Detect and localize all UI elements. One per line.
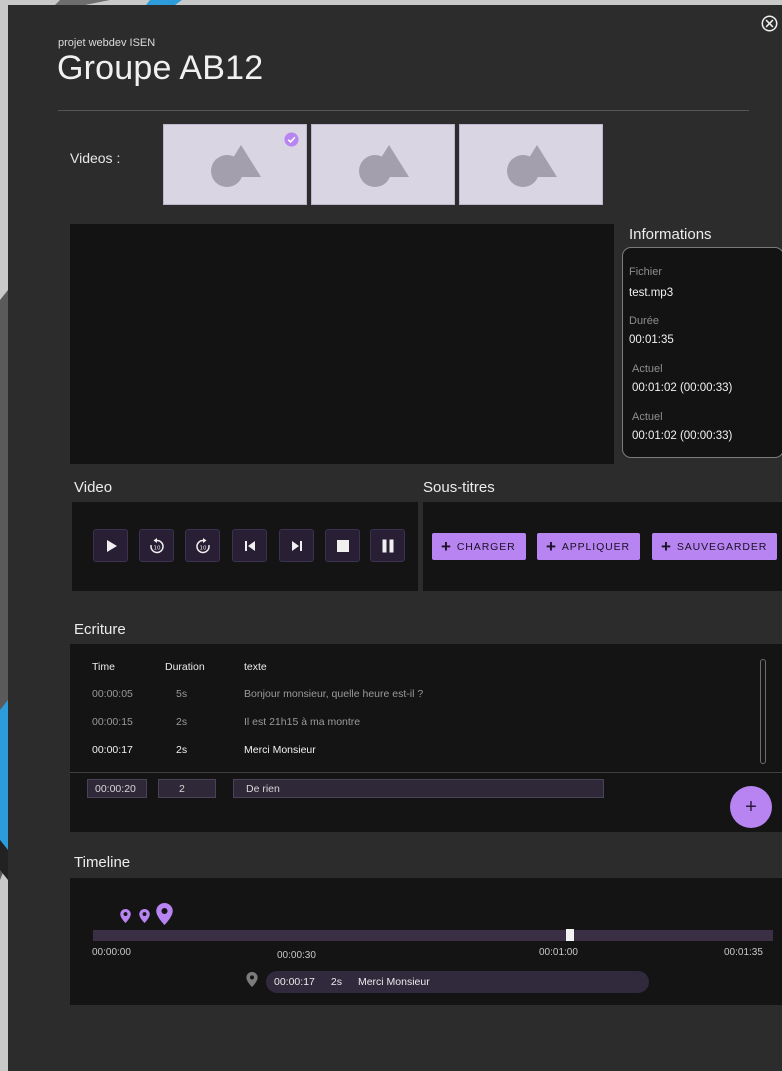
table-row[interactable]: 00:00:05 5s Bonjour monsieur, quelle heu… xyxy=(70,682,750,709)
row-time: 00:00:15 xyxy=(92,716,133,728)
selected-check-icon xyxy=(284,132,299,147)
video-thumbnail-2[interactable] xyxy=(311,124,455,205)
replay-10-button[interactable]: 10 xyxy=(139,529,174,562)
video-player[interactable] xyxy=(70,224,614,464)
svg-text:10: 10 xyxy=(199,545,206,551)
plus-icon: + xyxy=(661,537,672,556)
video-controls-panel: 10 10 xyxy=(72,502,418,591)
video-section-title: Video xyxy=(74,479,113,496)
video-thumbnail-3[interactable] xyxy=(459,124,603,205)
image-placeholder-icon xyxy=(359,144,409,187)
chip-text: Merci Monsieur xyxy=(357,976,430,988)
table-row[interactable]: 00:00:15 2s Il est 21h15 à ma montre xyxy=(70,710,750,737)
timeline-section-title: Timeline xyxy=(74,854,131,871)
timeline-tick: 00:01:00 xyxy=(539,947,578,958)
video-thumbnail-1[interactable] xyxy=(163,124,307,205)
row-duration: 5s xyxy=(176,688,188,700)
info-current-value-2: 00:01:02 (00:00:33) xyxy=(632,430,733,442)
app-window: projet webdev ISEN Groupe AB12 Videos : … xyxy=(8,5,782,1071)
pause-icon xyxy=(382,539,393,552)
timeline-playhead[interactable] xyxy=(566,929,574,941)
play-icon xyxy=(106,539,117,552)
plus-icon: + xyxy=(441,537,452,556)
info-current-label: Actuel xyxy=(632,363,663,375)
row-text: Il est 21h15 à ma montre xyxy=(244,716,361,728)
add-label: + xyxy=(745,795,757,818)
timeline-panel: 00:00:00 00:00:30 00:01:00 00:01:35 00:0… xyxy=(70,878,782,1005)
image-placeholder-icon xyxy=(211,144,261,187)
info-file-label: Fichier xyxy=(629,266,663,278)
replay-10-icon: 10 xyxy=(149,537,164,553)
row-time: 00:00:17 xyxy=(92,744,133,756)
subtitles-section-title: Sous-titres xyxy=(423,479,495,496)
timeline-tick: 00:00:30 xyxy=(277,950,316,961)
row-time: 00:00:05 xyxy=(92,688,133,700)
info-card: Fichier test.mp3 Durée 00:01:35 Actuel 0… xyxy=(622,247,782,458)
subtitles-panel: + CHARGER + APPLIQUER + SAUVEGARDER xyxy=(423,502,782,591)
skip-previous-icon xyxy=(244,540,255,551)
chip-time: 00:00:17 xyxy=(274,976,315,988)
column-header-text: texte xyxy=(244,661,267,673)
table-row[interactable]: 00:00:17 2s Merci Monsieur xyxy=(70,738,750,765)
info-file-value: test.mp3 xyxy=(629,287,674,299)
ecriture-section-title: Ecriture xyxy=(74,621,126,638)
play-button[interactable] xyxy=(93,529,128,562)
timeline-track[interactable] xyxy=(93,930,773,941)
column-header-time: Time xyxy=(92,661,115,673)
info-title: Informations xyxy=(629,226,712,243)
current-subtitle-chip[interactable]: 00:00:17 2s Merci Monsieur xyxy=(266,971,649,993)
image-placeholder-icon xyxy=(507,144,557,187)
close-icon[interactable] xyxy=(761,15,778,32)
row-duration: 2s xyxy=(176,716,188,728)
info-current-label-2: Actuel xyxy=(632,411,663,423)
add-entry-button[interactable]: + xyxy=(730,786,772,828)
stop-icon xyxy=(336,539,349,552)
new-duration-input[interactable] xyxy=(158,779,216,798)
location-pin-icon xyxy=(246,972,258,987)
load-subtitles-button[interactable]: + CHARGER xyxy=(432,533,526,560)
forward-10-icon: 10 xyxy=(195,537,210,553)
svg-text:10: 10 xyxy=(153,545,160,551)
column-header-duration: Duration xyxy=(165,661,205,673)
row-duration: 2s xyxy=(176,744,188,756)
skip-previous-button[interactable] xyxy=(232,529,267,562)
save-label: SAUVEGARDER xyxy=(676,540,768,553)
stop-button[interactable] xyxy=(325,529,360,562)
apply-label: APPLIQUER xyxy=(561,540,631,553)
table-scrollbar[interactable] xyxy=(760,659,766,764)
pause-button[interactable] xyxy=(370,529,405,562)
timeline-tick: 00:01:35 xyxy=(724,947,763,958)
location-marker-icon[interactable] xyxy=(156,903,173,925)
chip-duration: 2s xyxy=(330,976,342,988)
save-subtitles-button[interactable]: + SAUVEGARDER xyxy=(652,533,778,560)
location-marker-icon[interactable] xyxy=(120,909,131,923)
table-divider xyxy=(70,772,782,773)
header-divider xyxy=(58,110,749,111)
apply-subtitles-button[interactable]: + APPLIQUER xyxy=(537,533,641,560)
videos-label: Videos : xyxy=(70,150,121,166)
new-time-input[interactable] xyxy=(87,779,147,798)
row-text: Merci Monsieur xyxy=(244,744,316,756)
load-label: CHARGER xyxy=(456,540,516,553)
skip-next-button[interactable] xyxy=(279,529,314,562)
new-text-input[interactable] xyxy=(233,779,604,798)
info-duration-label: Durée xyxy=(629,315,659,327)
info-duration-value: 00:01:35 xyxy=(629,334,674,346)
forward-10-button[interactable]: 10 xyxy=(185,529,220,562)
ecriture-panel: Time Duration texte 00:00:05 5s Bonjour … xyxy=(70,644,782,832)
location-marker-icon[interactable] xyxy=(139,909,150,923)
plus-icon: + xyxy=(546,537,557,556)
page-title: Groupe AB12 xyxy=(57,49,264,87)
row-text: Bonjour monsieur, quelle heure est-il ? xyxy=(244,688,424,700)
skip-next-icon xyxy=(291,540,302,551)
info-current-value: 00:01:02 (00:00:33) xyxy=(632,382,733,394)
page-subtitle: projet webdev ISEN xyxy=(58,37,156,49)
timeline-tick: 00:00:00 xyxy=(92,947,131,958)
